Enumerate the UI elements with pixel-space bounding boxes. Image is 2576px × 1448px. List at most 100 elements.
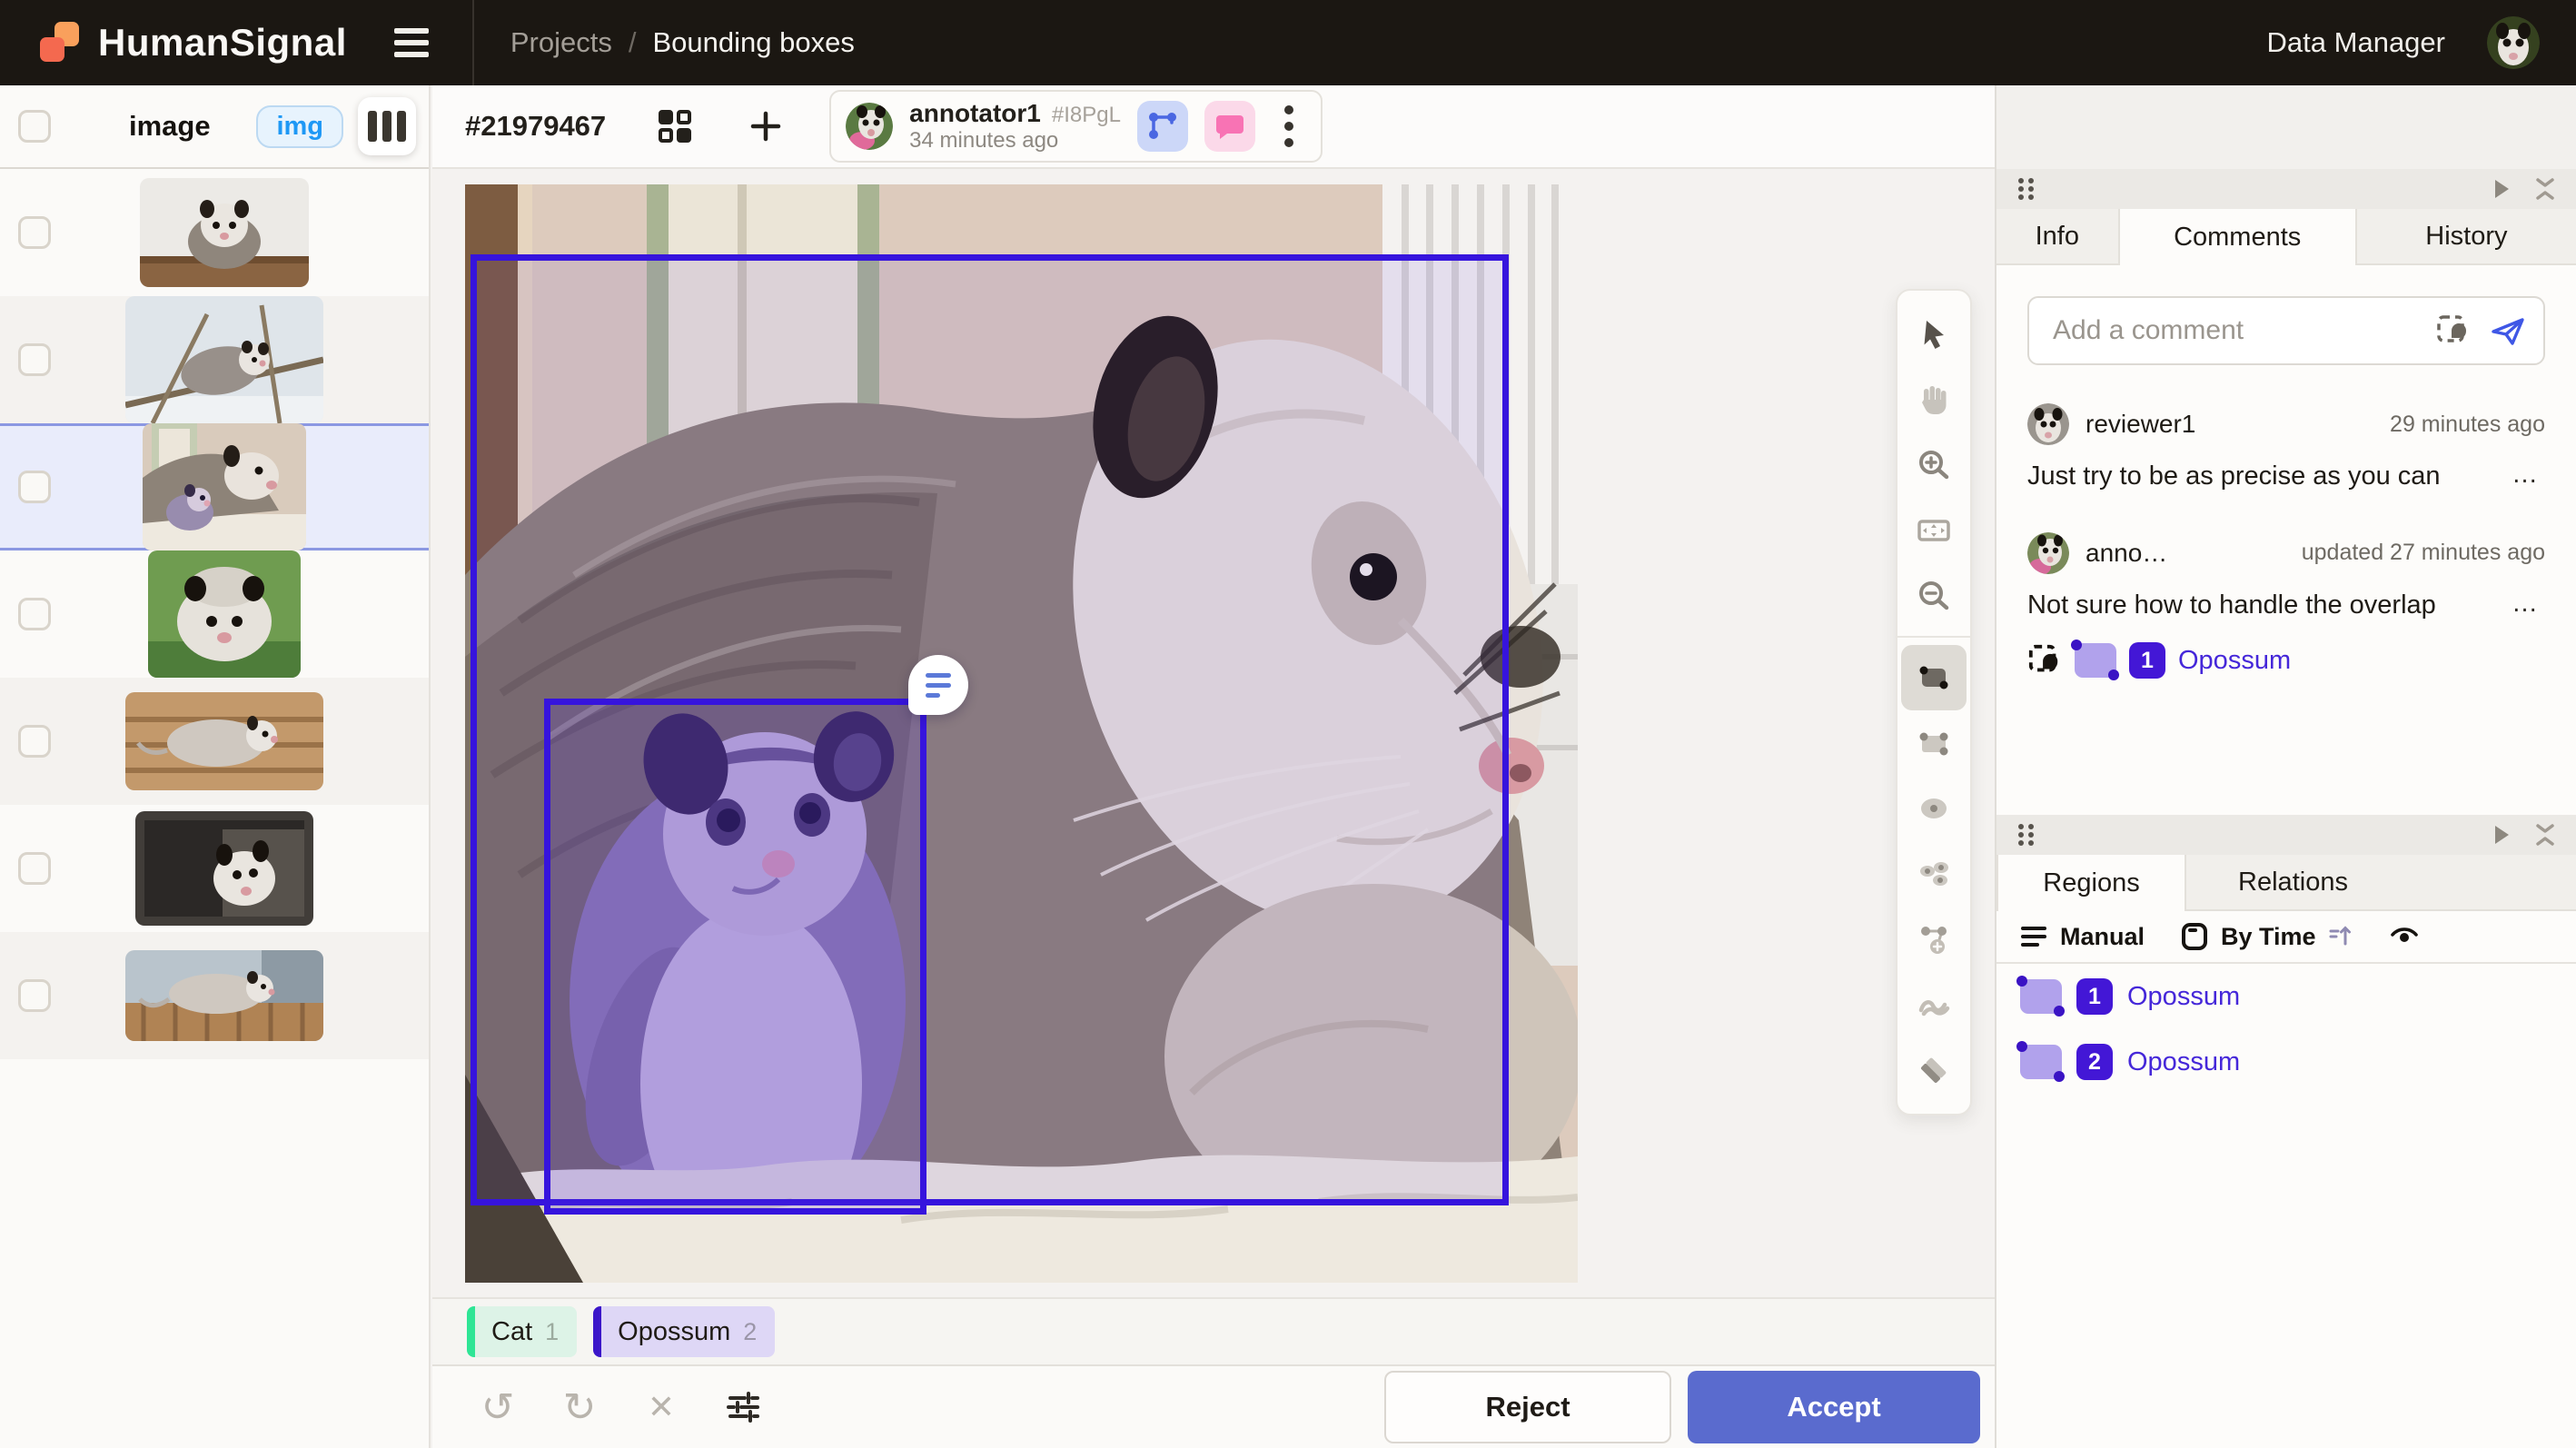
annotator-avatar: [2027, 532, 2069, 574]
row-checkbox[interactable]: [18, 725, 51, 758]
brand-logo[interactable]: HumanSignal: [0, 21, 347, 64]
regions-count-icon[interactable]: [1137, 101, 1188, 152]
label-color-bar: [467, 1306, 475, 1357]
user-avatar[interactable]: [2487, 16, 2540, 69]
annotation-menu-icon[interactable]: [1272, 105, 1306, 147]
humansignal-logo-icon: [40, 22, 82, 64]
drag-handle-icon[interactable]: [2016, 176, 2036, 202]
zoom-out-tool[interactable]: [1901, 563, 1967, 629]
drag-handle-icon[interactable]: [2016, 822, 2036, 848]
tab-regions[interactable]: Regions: [1996, 855, 2186, 911]
reviewer-avatar: [2027, 403, 2069, 445]
keypoint-relation-tool[interactable]: [1901, 907, 1967, 972]
add-annotation-button[interactable]: [744, 104, 788, 148]
comment-input[interactable]: [2051, 314, 2416, 347]
row-checkbox[interactable]: [18, 471, 51, 503]
regions-panel-header[interactable]: [1996, 815, 2576, 855]
linked-region[interactable]: 1 Opossum: [2027, 642, 2545, 679]
eraser-tool[interactable]: [1901, 1037, 1967, 1103]
column-type-badge[interactable]: img: [256, 105, 343, 148]
data-sidebar: image img: [0, 85, 431, 1448]
region-list-item[interactable]: 1 Opossum: [1996, 964, 2576, 1029]
task-row[interactable]: [0, 169, 429, 296]
tab-history[interactable]: History: [2357, 209, 2576, 263]
comments-indicator-icon[interactable]: [1204, 101, 1255, 152]
comment-menu-icon[interactable]: …: [2512, 589, 2545, 619]
row-checkbox[interactable]: [18, 979, 51, 1012]
comment-text: Just try to be as precise as you can: [2027, 460, 2441, 494]
task-row[interactable]: [0, 805, 429, 932]
zoom-in-tool[interactable]: [1901, 432, 1967, 498]
ellipse-3point-tool[interactable]: [1901, 841, 1967, 907]
columns-settings-button[interactable]: [358, 97, 416, 155]
sort-order-icon: [2329, 924, 2353, 949]
annotation-card[interactable]: annotator1#I8PgL 34 minutes ago: [829, 90, 1323, 163]
comment-item: reviewer1 29 minutes ago Just try to be …: [2027, 403, 2545, 494]
rectangle-tool[interactable]: [1901, 645, 1967, 710]
data-manager-link[interactable]: Data Manager: [2267, 26, 2445, 59]
label-chip-opossum[interactable]: Opossum 2: [593, 1306, 775, 1357]
collapse-panel-icon[interactable]: [2534, 822, 2556, 848]
group-by-button[interactable]: Manual: [2020, 923, 2145, 951]
task-row[interactable]: [0, 550, 429, 678]
region-label[interactable]: Opossum: [2127, 982, 2240, 1012]
annotation-id-tag: #I8PgL: [1052, 103, 1121, 127]
image-canvas[interactable]: [432, 169, 1995, 1297]
collapse-panel-icon[interactable]: [2534, 176, 2556, 202]
task-toolbar: #21979467 annotator1#I8PgL 34 minutes ag…: [432, 85, 1995, 169]
select-tool[interactable]: [1901, 302, 1967, 367]
ellipse-tool[interactable]: [1901, 776, 1967, 841]
thumbnail-image: [148, 550, 301, 678]
redo-button[interactable]: ↻: [556, 1384, 603, 1431]
label-name: Opossum: [601, 1317, 743, 1347]
fit-screen-tool[interactable]: [1901, 498, 1967, 563]
menu-hamburger-icon[interactable]: [394, 23, 434, 63]
undo-button[interactable]: ↺: [474, 1384, 521, 1431]
accept-button[interactable]: Accept: [1688, 1371, 1980, 1443]
tab-info[interactable]: Info: [1996, 209, 2118, 263]
breadcrumb-current: Bounding boxes: [652, 26, 854, 59]
region-list-item[interactable]: 2 Opossum: [1996, 1029, 2576, 1095]
rectangle-3point-tool[interactable]: [1901, 710, 1967, 776]
task-image[interactable]: [465, 184, 1578, 1283]
detach-panel-icon[interactable]: [2492, 178, 2511, 200]
label-chip-cat[interactable]: Cat 1: [467, 1306, 577, 1357]
region-comment-marker[interactable]: [908, 655, 968, 715]
comment-input-box[interactable]: [2027, 296, 2545, 365]
row-checkbox[interactable]: [18, 216, 51, 249]
regions-panel: Manual By Time 1 Opossum 2 Opossum: [1996, 911, 2576, 1448]
label-hotkey: 2: [743, 1318, 775, 1346]
comment-menu-icon[interactable]: …: [2512, 460, 2545, 490]
task-row[interactable]: [0, 296, 429, 423]
pan-tool[interactable]: [1901, 367, 1967, 432]
label-name: Cat: [475, 1317, 545, 1347]
row-checkbox[interactable]: [18, 852, 51, 885]
row-checkbox[interactable]: [18, 598, 51, 630]
annotations-grid-icon[interactable]: [653, 104, 697, 148]
brush-tool[interactable]: [1901, 972, 1967, 1037]
row-checkbox[interactable]: [18, 343, 51, 376]
bounding-box-region-2[interactable]: [544, 699, 926, 1215]
region-shape-icon: [2020, 1045, 2062, 1079]
settings-sliders-button[interactable]: [719, 1384, 767, 1431]
comments-panel: reviewer1 29 minutes ago Just try to be …: [1996, 265, 2576, 815]
reject-button[interactable]: Reject: [1384, 1371, 1671, 1443]
select-all-checkbox[interactable]: [18, 110, 51, 143]
sort-by-button[interactable]: By Time: [2181, 922, 2353, 951]
comment-lines-icon: [926, 673, 951, 678]
link-region-icon[interactable]: [2434, 312, 2471, 349]
reset-button[interactable]: ✕: [638, 1384, 685, 1431]
region-label[interactable]: Opossum: [2178, 646, 2291, 676]
region-label[interactable]: Opossum: [2127, 1047, 2240, 1077]
task-row[interactable]: [0, 932, 429, 1059]
details-panel-header[interactable]: [1996, 169, 2576, 209]
send-comment-icon[interactable]: [2489, 312, 2527, 349]
detach-panel-icon[interactable]: [2492, 824, 2511, 846]
toggle-visibility-button[interactable]: [2389, 926, 2420, 947]
breadcrumb-projects-link[interactable]: Projects: [510, 26, 612, 59]
group-by-label: Manual: [2060, 923, 2145, 951]
task-row-selected[interactable]: [0, 423, 429, 550]
task-row[interactable]: [0, 678, 429, 805]
tab-relations[interactable]: Relations: [2186, 855, 2400, 909]
tab-comments[interactable]: Comments: [2118, 209, 2357, 265]
